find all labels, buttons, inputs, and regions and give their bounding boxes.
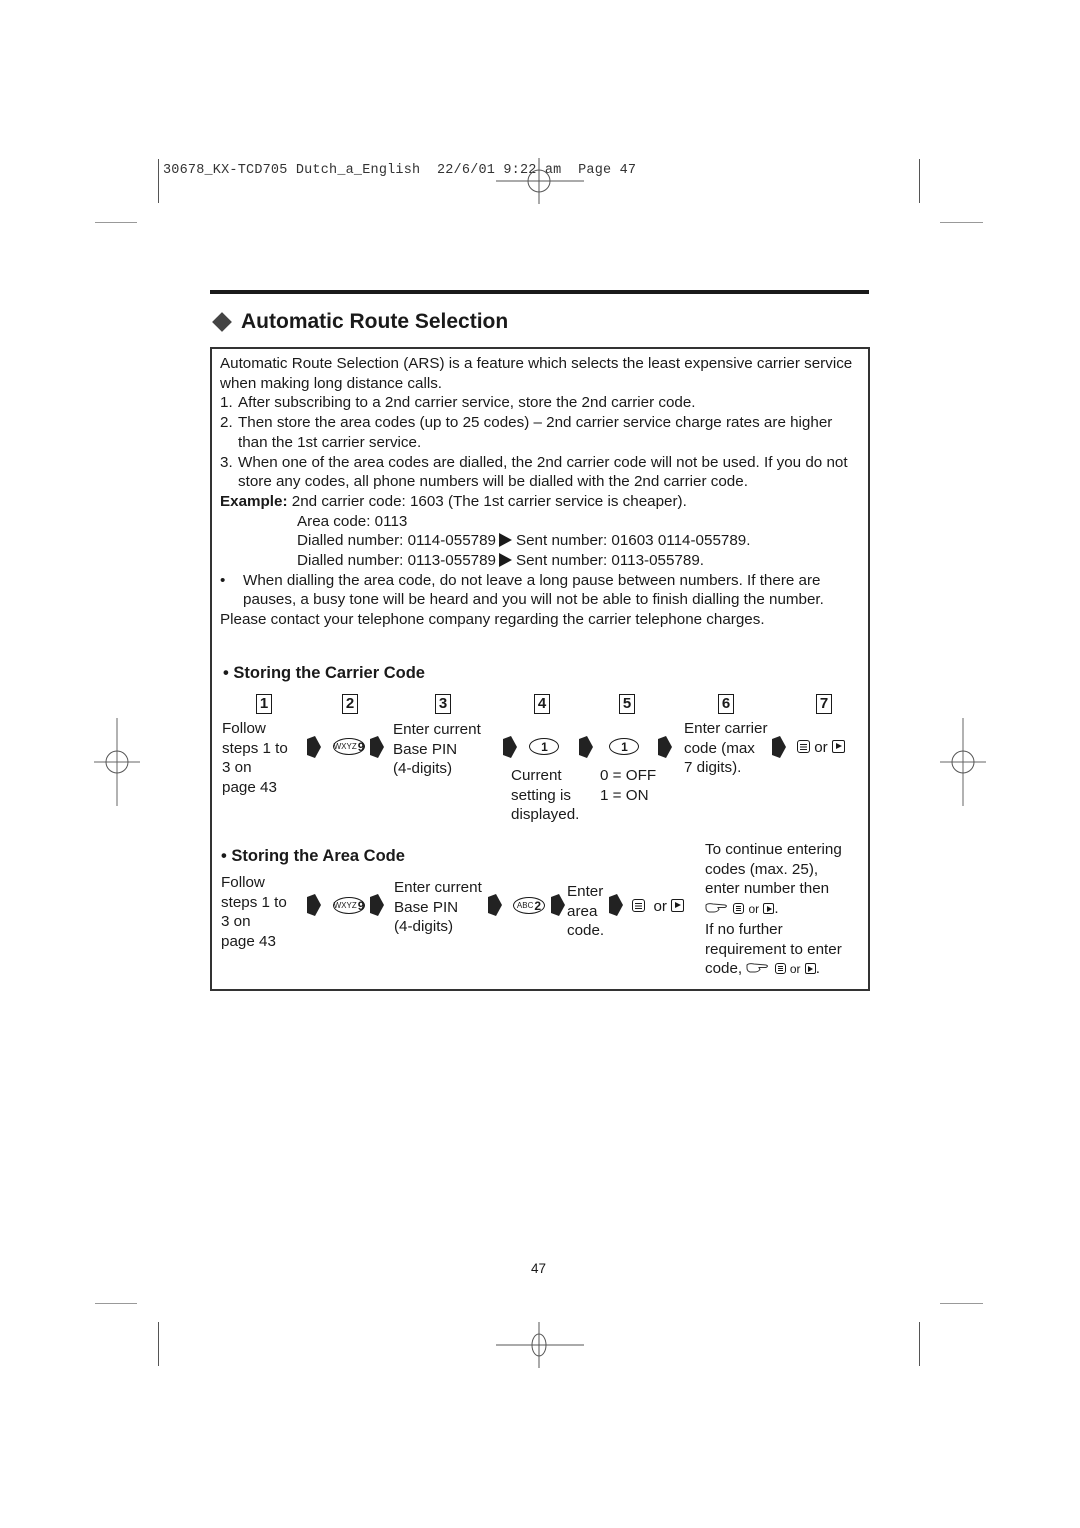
intro-item: 2. Then store the area codes (up to 25 co… (220, 414, 833, 451)
area-code-heading: • Storing the Area Code (221, 847, 405, 865)
play-key-icon (804, 963, 816, 975)
contact-text: Please contact your telephone company re… (220, 611, 765, 629)
finish-keys-row: code, or . (705, 960, 820, 978)
step-arrow-icon (772, 736, 786, 758)
crop-mark (158, 159, 159, 203)
step-number: 7 (816, 694, 832, 714)
section-title-text: Automatic Route Selection (241, 310, 509, 333)
play-key-icon (763, 903, 775, 915)
crop-mark (940, 1303, 983, 1304)
carrier-step3-text: Enter current Base PIN (4-digits) (393, 721, 481, 778)
continue-keys-row: or . (705, 899, 842, 920)
intro-item: 3. When one of the area codes are dialled… (220, 453, 848, 491)
intro-item: 1. After subscribing to a 2nd carrier ser… (220, 394, 696, 412)
menu-key-icon (733, 903, 745, 915)
crop-mark (940, 222, 983, 223)
example-label: Example: (220, 492, 288, 510)
example-dial-row: Dialled number: 0113-055789 Sent number: … (297, 552, 704, 570)
carrier-step7: or (797, 738, 845, 758)
carrier-step4-note: Current setting is displayed. (511, 767, 580, 824)
diamond-bullet-icon (212, 312, 232, 332)
menu-key-icon (774, 963, 786, 975)
key-1-icon: 1 (529, 738, 559, 755)
step-number: 3 (435, 694, 451, 714)
example-area-code: Area code: 0113 (297, 512, 408, 530)
pointing-hand-icon (746, 963, 769, 973)
play-key-icon (671, 899, 685, 912)
crop-mark (919, 1322, 920, 1366)
step-arrow-icon (609, 894, 623, 916)
carrier-step1-text: Follow steps 1 to 3 on page 43 (222, 720, 288, 797)
area-step1-text: Follow steps 1 to 3 on page 43 (221, 874, 287, 951)
step-arrow-icon (307, 736, 321, 758)
bullet-note: • When dialling the area code, do not lea… (220, 571, 824, 609)
pointing-hand-icon (705, 903, 727, 913)
area-step2-text: Enter current Base PIN (4-digits) (394, 879, 482, 936)
section-title: Automatic Route Selection (212, 310, 508, 334)
page-number: 47 (531, 1261, 547, 1276)
intro-block: Automatic Route Selection (ARS) is a fea… (220, 354, 860, 630)
key-1-icon: 1 (609, 738, 639, 755)
key-9-icon: WXYZ 9 (333, 897, 365, 914)
menu-key-icon (632, 899, 645, 912)
registration-mark-icon (496, 158, 584, 204)
carrier-step5-note: 0 = OFF 1 = ON (600, 767, 657, 804)
crop-mark (919, 159, 920, 203)
step-number: 4 (534, 694, 550, 714)
step-number: 5 (619, 694, 635, 714)
registration-mark-icon (94, 718, 140, 806)
crop-mark (95, 1303, 137, 1304)
step-arrow-icon (307, 894, 321, 916)
key-9-icon: WXYZ 9 (333, 738, 365, 755)
crop-mark (158, 1322, 159, 1366)
slug-page: Page 47 (578, 163, 637, 178)
carrier-step6-text: Enter carrier code (max 7 digits). (684, 720, 768, 777)
arrow-right-icon (498, 553, 512, 568)
play-key-icon (831, 740, 845, 753)
step-arrow-icon (488, 894, 502, 916)
slug-date: 22/6/01 (436, 163, 496, 178)
key-2-icon: ABC 2 (513, 897, 545, 914)
intro-text: Automatic Route Selection (ARS) is a fea… (220, 355, 853, 392)
slug-job: 30678_KX-TCD705 Dutch_a_English (163, 163, 421, 178)
carrier-code-heading: • Storing the Carrier Code (223, 664, 425, 682)
step-number: 6 (718, 694, 734, 714)
section-rule (210, 290, 869, 294)
step-arrow-icon (551, 894, 565, 916)
area-step3-text: Enter area code. (567, 883, 605, 940)
step-arrow-icon (503, 736, 517, 758)
registration-mark-icon (496, 1322, 584, 1368)
arrow-right-icon (498, 533, 512, 548)
step-number: 2 (342, 694, 358, 714)
menu-key-icon (797, 740, 810, 753)
step-arrow-icon (658, 736, 672, 758)
registration-mark-icon (940, 718, 986, 806)
step-arrow-icon (579, 736, 593, 758)
example-dial-row: Dialled number: 0114-055789 Sent number: … (297, 532, 751, 550)
area-code-note: To continue entering codes (max. 25), en… (705, 840, 842, 980)
example-line: Example: 2nd carrier code: 1603 (The 1st… (220, 492, 687, 510)
step-arrow-icon (370, 894, 384, 916)
step-arrow-icon (370, 736, 384, 758)
crop-mark (95, 222, 137, 223)
step-number: 1 (256, 694, 272, 714)
area-step4: or (632, 897, 685, 917)
